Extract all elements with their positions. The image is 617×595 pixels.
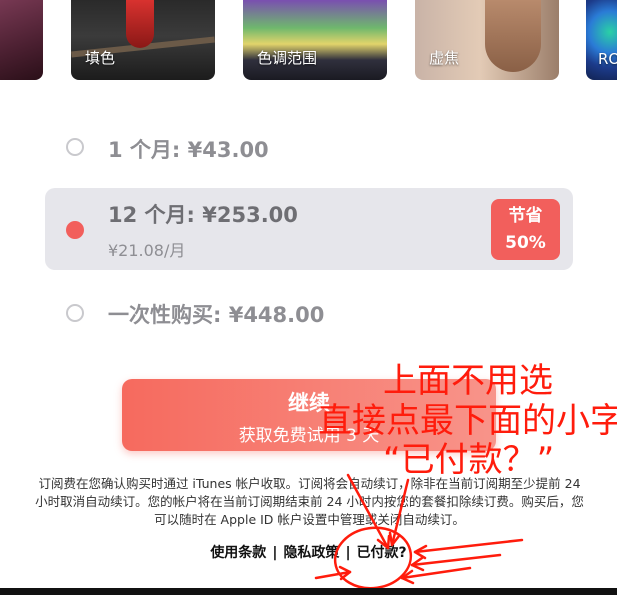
filter-tile-fill[interactable]: 填色 (71, 0, 215, 80)
plan-monthly-price: ¥21.08/月 (108, 241, 186, 260)
bottom-edge-bar (0, 588, 617, 595)
filter-tile-blur[interactable]: 虚焦 (415, 0, 559, 80)
annotation-arrowhead (338, 565, 352, 581)
subscription-legal-text: 订阅费在您确认购买时通过 iTunes 帐户收取。订阅将会自动续订，除非在当前订… (35, 476, 584, 527)
portrait-image (485, 0, 541, 72)
link-separator: | (272, 545, 278, 561)
plan-label-1-month[interactable]: 1 个月: ¥43.00 (108, 134, 269, 164)
annotation-arrow (400, 566, 472, 580)
plan-radio-12-months[interactable] (66, 221, 84, 239)
annotation-arrowhead (400, 569, 415, 585)
filter-tile-tone-range[interactable]: 色调范围 (243, 0, 387, 80)
terms-of-use-link[interactable]: 使用条款 (210, 545, 266, 561)
plan-radio-1-month[interactable] (66, 138, 84, 156)
filter-thumbnail-strip: 填色 色调范围 虚焦 RO (0, 0, 617, 82)
plan-label-12-months[interactable]: 12 个月: ¥253.00 (108, 199, 298, 229)
savings-badge-label: 节省 (508, 206, 543, 226)
plan-label-lifetime[interactable]: 一次性购买: ¥448.00 (108, 299, 324, 329)
footer-links: 使用条款 | 隐私政策 | 已付款? (0, 542, 617, 562)
savings-badge-percent: 50% (505, 233, 546, 253)
annotation-arrow (314, 570, 352, 580)
bird-image (126, 0, 154, 48)
privacy-policy-link[interactable]: 隐私政策 (283, 545, 339, 561)
filter-label-ro: RO (598, 50, 617, 68)
savings-badge: 节省 50% (491, 199, 560, 260)
already-paid-link[interactable]: 已付款? (357, 545, 407, 561)
filter-label-tone-range: 色调范围 (257, 49, 318, 67)
plan-radio-lifetime[interactable] (66, 304, 84, 322)
filter-tile-ro[interactable]: RO (586, 0, 617, 80)
filter-label-fill: 填色 (85, 49, 116, 67)
filter-label-blur: 虚焦 (429, 49, 460, 67)
link-separator: | (345, 545, 351, 561)
annotation-line-3: “已付款？” (383, 440, 555, 480)
filter-tile-portrait[interactable] (0, 0, 43, 80)
